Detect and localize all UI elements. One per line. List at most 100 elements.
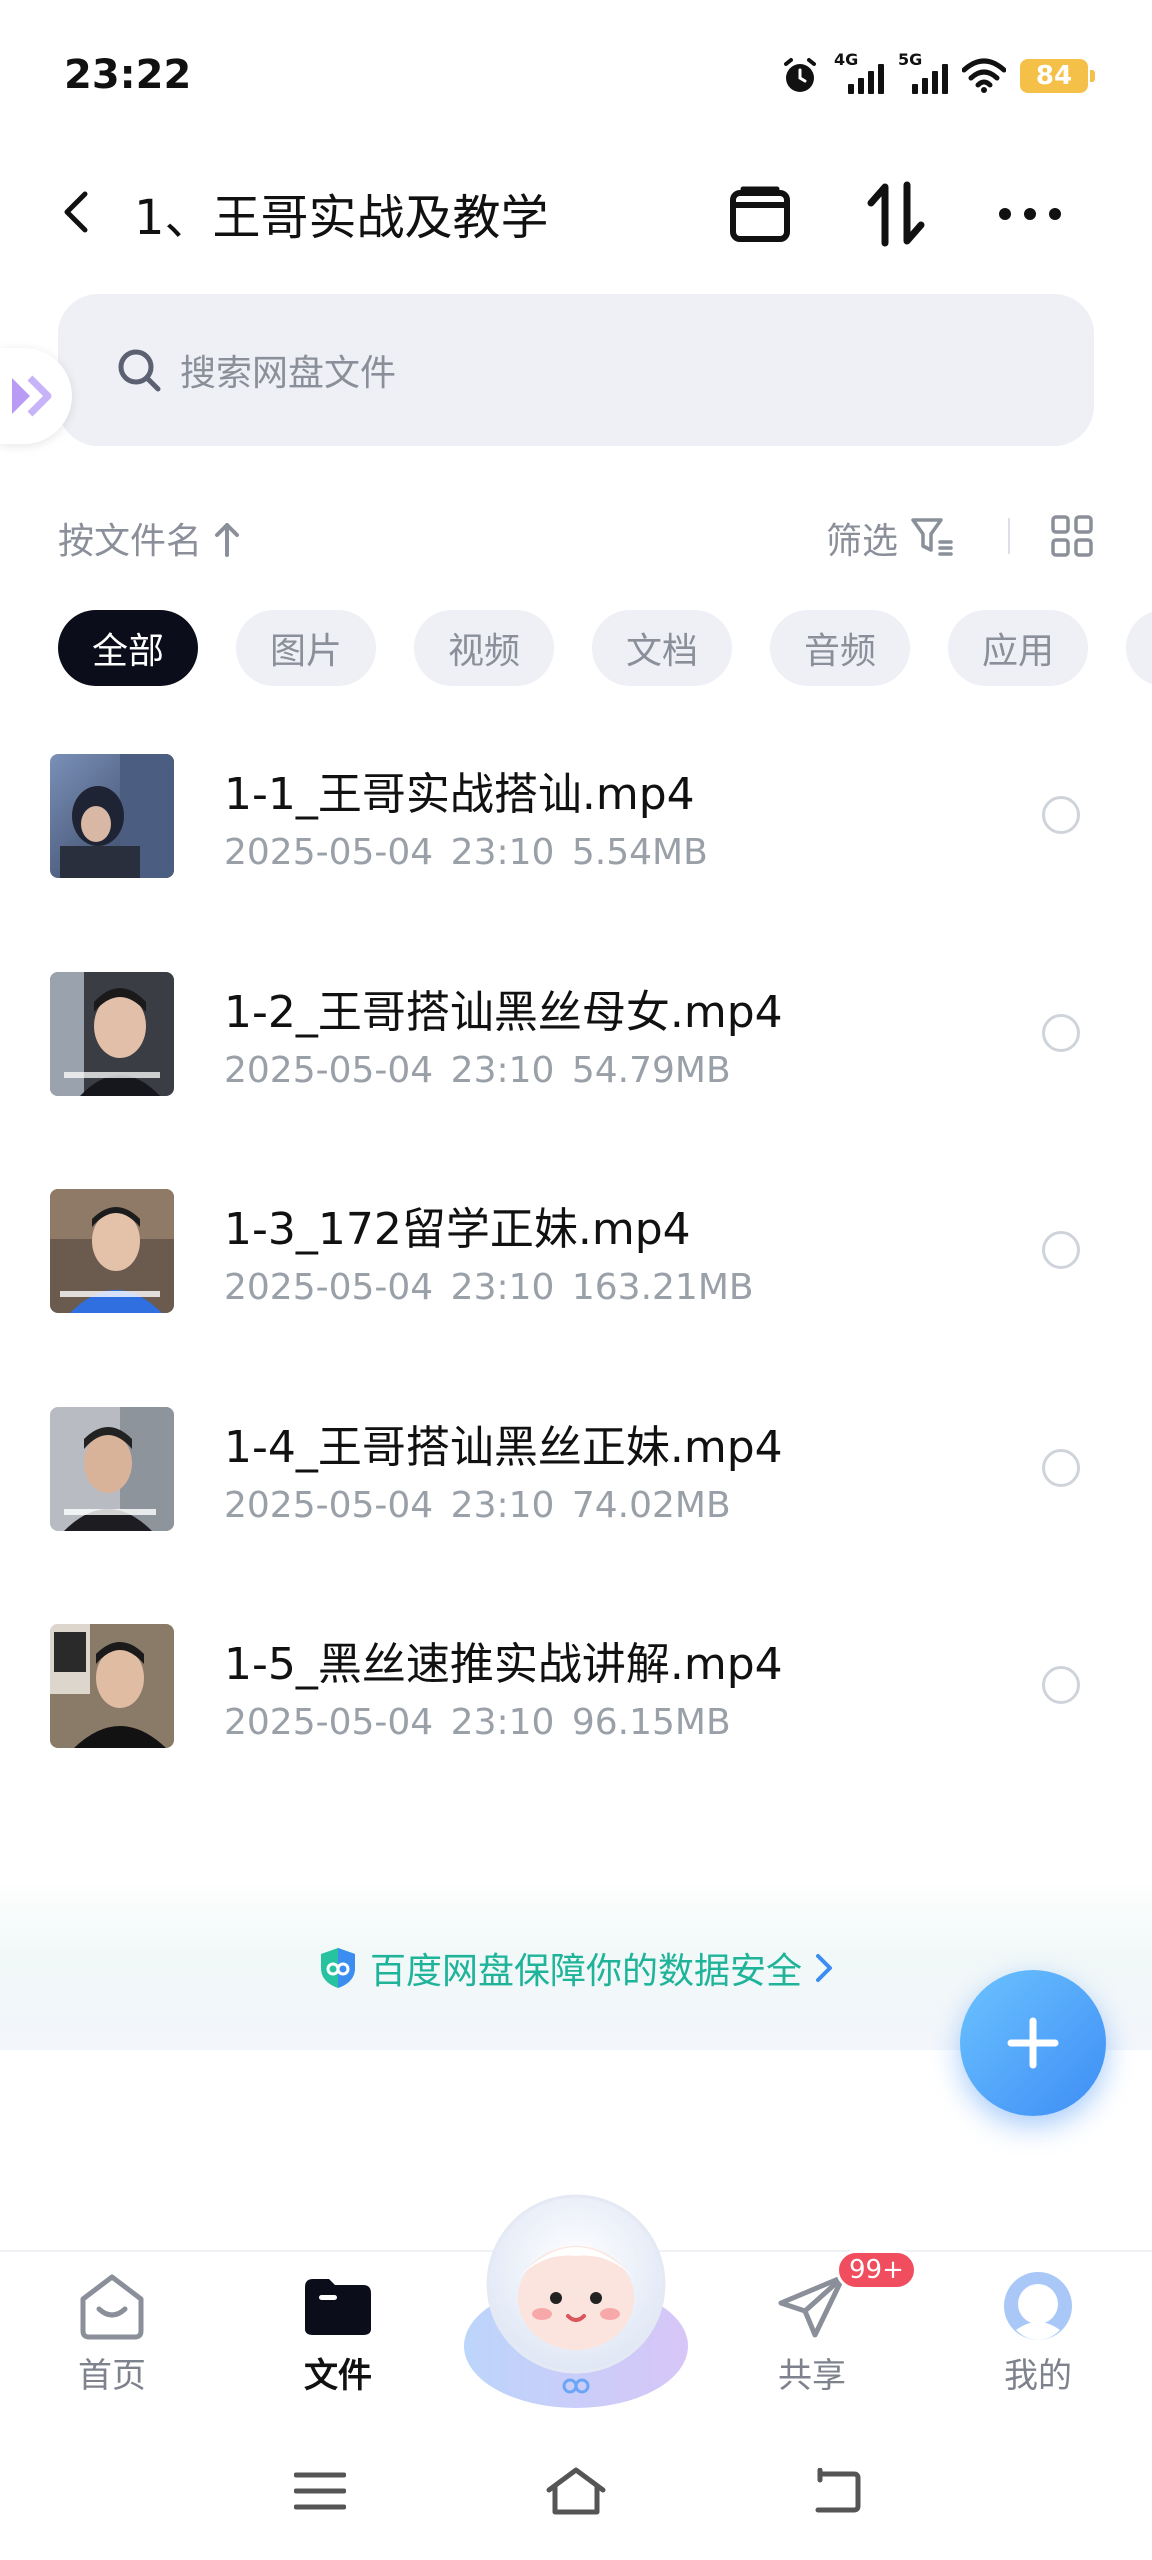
- folder-icon: [305, 2279, 371, 2335]
- file-name: 1-3_172留学正妹.mp4: [224, 1204, 691, 1255]
- mascot-assistant-icon[interactable]: [458, 2186, 694, 2426]
- file-name: 1-4_王哥搭讪黑丝正妹.mp4: [224, 1421, 783, 1473]
- network-type-2: 5G: [898, 50, 923, 69]
- file-time: 23:10: [450, 1484, 555, 1526]
- double-chevron-icon: [12, 375, 52, 417]
- file-size: 54.79MB: [571, 1049, 731, 1091]
- category-chip-apps[interactable]: 应用: [948, 610, 1088, 686]
- chevron-right-icon: [816, 1954, 832, 1982]
- security-banner-text: 百度网盘保障你的数据安全: [369, 1951, 802, 1992]
- menu-icon: [294, 2472, 346, 2510]
- nav-home[interactable]: 首页: [32, 2270, 192, 2400]
- file-size: 74.02MB: [571, 1484, 731, 1526]
- nav-share-label: 共享: [778, 2356, 846, 2396]
- file-row[interactable]: 1-4_王哥搭讪黑丝正妹.mp4 2025-05-04 23:10 74.02M…: [0, 1393, 1152, 1611]
- file-meta: 2025-05-04 23:10 74.02MB: [224, 1485, 731, 1526]
- file-select-checkbox[interactable]: [1042, 1013, 1080, 1052]
- plus-icon: [1007, 2017, 1059, 2069]
- sort-button[interactable]: [860, 178, 932, 250]
- file-name: 1-1_王哥实战搭讪.mp4: [224, 769, 695, 820]
- nav-mine-label: 我的: [1004, 2356, 1072, 2396]
- file-date: 2025-05-04: [224, 832, 434, 873]
- file-select-checkbox[interactable]: [1042, 1666, 1080, 1704]
- category-chip-documents[interactable]: 文档: [592, 610, 732, 686]
- return-icon: [815, 2468, 861, 2513]
- home-icon: [80, 2274, 144, 2340]
- file-date: 2025-05-04: [224, 1267, 434, 1308]
- file-meta: 2025-05-04 23:10 96.15MB: [224, 1702, 731, 1743]
- category-chips: 全部 图片 视频 文档 音频 应用: [58, 610, 1152, 688]
- file-row[interactable]: 1-3_172留学正妹.mp4 2025-05-04 23:10 163.21M…: [0, 1175, 1152, 1393]
- status-bar: 23:22 4G 5G 84: [0, 0, 1152, 150]
- network-type-1: 4G: [834, 50, 859, 69]
- filter-button[interactable]: 筛选: [826, 512, 898, 564]
- nav-files[interactable]: 文件: [258, 2270, 418, 2400]
- nav-home-label: 首页: [78, 2356, 146, 2396]
- file-row[interactable]: 1-2_王哥搭讪黑丝母女.mp4 2025-05-04 23:10 54.79M…: [0, 958, 1152, 1176]
- add-button[interactable]: [960, 1970, 1106, 2116]
- alarm-icon: [784, 58, 816, 92]
- video-thumbnail: [50, 971, 174, 1096]
- home-outline-icon: [546, 2467, 606, 2515]
- video-thumbnail: [50, 1189, 174, 1313]
- video-thumbnail: [50, 1406, 174, 1531]
- grid-view-icon[interactable]: [1050, 514, 1094, 558]
- search-input[interactable]: 搜索网盘文件: [58, 294, 1094, 446]
- wifi-icon: [962, 58, 1006, 93]
- file-row[interactable]: 1-1_王哥实战搭讪.mp4 2025-05-04 23:10 5.54MB: [0, 740, 1152, 958]
- video-thumbnail: [50, 754, 174, 878]
- page-title: 1、王哥实战及教学: [134, 190, 549, 246]
- sort-by-name-button[interactable]: 按文件名: [58, 512, 241, 564]
- share-badge: 99+: [836, 2250, 917, 2290]
- file-time: 23:10: [450, 832, 555, 873]
- file-time: 23:10: [450, 1702, 555, 1743]
- file-date: 2025-05-04: [224, 1049, 434, 1091]
- file-meta: 2025-05-04 23:10 54.79MB: [224, 1050, 731, 1091]
- security-banner[interactable]: 百度网盘保障你的数据安全: [0, 1942, 1152, 1994]
- header: 1、王哥实战及教学: [0, 160, 1152, 260]
- window-button[interactable]: [724, 178, 796, 250]
- video-thumbnail: [50, 1624, 174, 1748]
- file-select-checkbox[interactable]: [1042, 1231, 1080, 1269]
- category-chip-more[interactable]: [1126, 610, 1152, 686]
- avatar: [1004, 2272, 1072, 2340]
- battery-indicator: 84: [1020, 59, 1095, 93]
- more-icon: [999, 208, 1061, 220]
- divider: [1008, 518, 1010, 554]
- more-button[interactable]: [994, 178, 1066, 250]
- file-list: 1-1_王哥实战搭讪.mp4 2025-05-04 23:10 5.54MB 1…: [0, 740, 1152, 1828]
- file-time: 23:10: [450, 1267, 555, 1308]
- file-size: 5.54MB: [571, 832, 708, 873]
- send-icon: [778, 2274, 846, 2338]
- search-placeholder: 搜索网盘文件: [180, 353, 397, 394]
- arrow-up-icon: [215, 523, 240, 557]
- status-time: 23:22: [64, 52, 192, 98]
- shield-icon: [320, 1948, 355, 1988]
- sort-row: 按文件名 筛选: [58, 500, 1094, 570]
- file-time: 23:10: [450, 1049, 555, 1091]
- category-chip-all[interactable]: 全部: [58, 610, 198, 686]
- category-chip-videos[interactable]: 视频: [414, 610, 554, 686]
- file-size: 163.21MB: [571, 1267, 754, 1308]
- system-menu-button[interactable]: [280, 2456, 360, 2526]
- nav-files-label: 文件: [304, 2356, 372, 2396]
- category-chip-images[interactable]: 图片: [236, 610, 376, 686]
- file-select-checkbox[interactable]: [1042, 1448, 1080, 1487]
- file-date: 2025-05-04: [224, 1484, 434, 1526]
- status-icons: 4G 5G 84: [780, 50, 1095, 96]
- system-home-button[interactable]: [536, 2456, 616, 2526]
- back-arrow-icon: [64, 191, 88, 233]
- category-chip-audio[interactable]: 音频: [770, 610, 910, 686]
- file-name: 1-2_王哥搭讪黑丝母女.mp4: [224, 986, 783, 1038]
- file-row[interactable]: 1-5_黑丝速推实战讲解.mp4 2025-05-04 23:10 96.15M…: [0, 1610, 1152, 1828]
- file-select-checkbox[interactable]: [1042, 796, 1080, 834]
- back-button[interactable]: [44, 180, 108, 244]
- file-meta: 2025-05-04 23:10 163.21MB: [224, 1267, 754, 1308]
- sort-by-name-label: 按文件名: [58, 521, 203, 562]
- system-back-button[interactable]: [794, 2456, 874, 2526]
- nav-mine[interactable]: 我的: [958, 2270, 1118, 2400]
- file-size: 96.15MB: [571, 1702, 731, 1743]
- window-icon: [730, 186, 790, 242]
- filter-icon[interactable]: [910, 514, 954, 558]
- file-meta: 2025-05-04 23:10 5.54MB: [224, 832, 708, 873]
